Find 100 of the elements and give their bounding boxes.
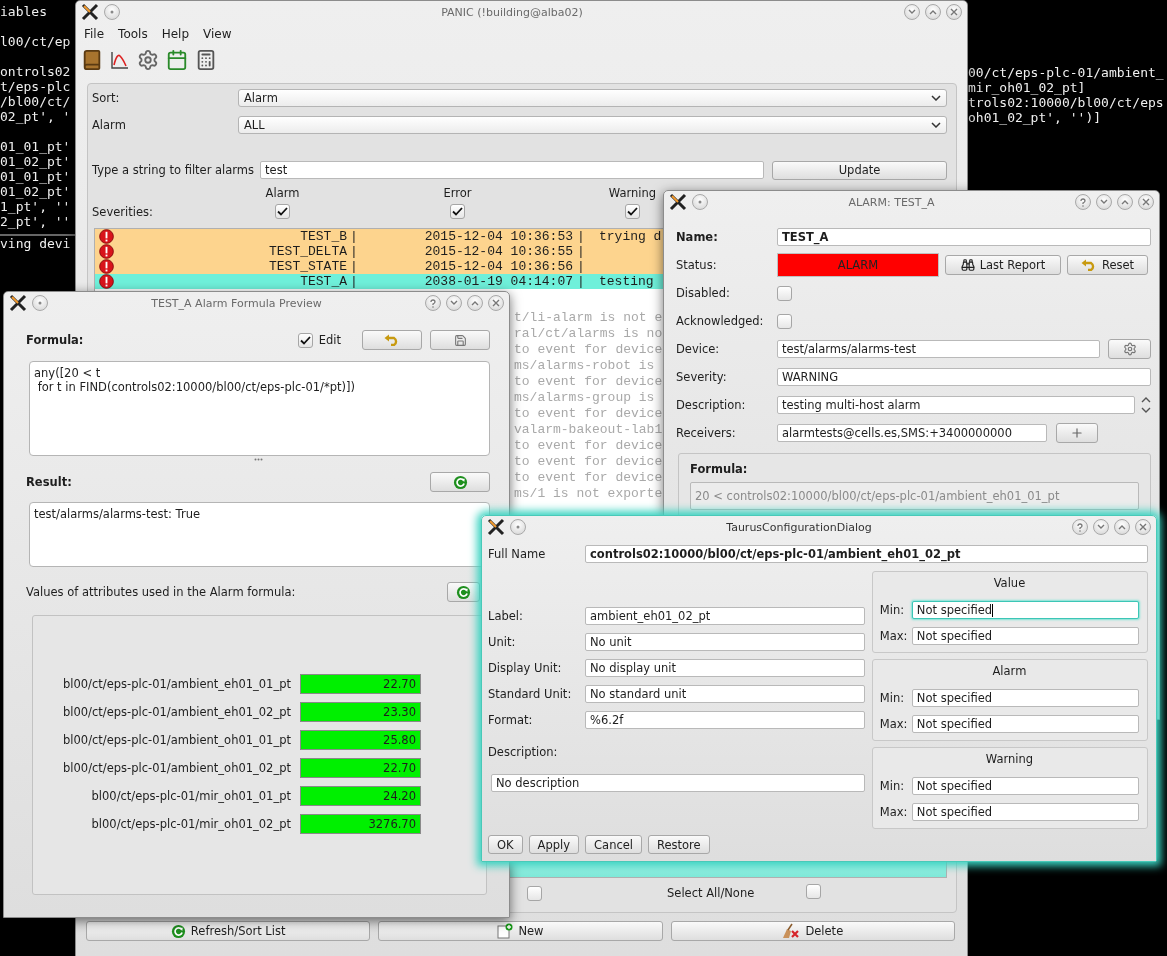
menu-item[interactable]: Tools <box>118 27 148 41</box>
checkbox[interactable] <box>625 204 640 219</box>
menu-item[interactable]: Help <box>161 27 189 41</box>
checkbox[interactable] <box>275 204 290 219</box>
close-button[interactable] <box>946 4 962 20</box>
alarm-time: 2015-12-04 10:36:56 <box>423 259 573 274</box>
alarm-time: 2015-12-04 10:36:53 <box>423 229 573 244</box>
window-menu-button[interactable] <box>510 519 526 535</box>
input-field[interactable]: ambient_eh01_02_pt <box>585 607 865 625</box>
minimize-button[interactable] <box>446 295 462 311</box>
menu-item[interactable]: File <box>84 27 105 41</box>
filter-field[interactable]: test <box>260 161 765 179</box>
undo-button[interactable] <box>362 330 422 350</box>
maximize-button[interactable] <box>925 4 941 20</box>
name-field[interactable]: TEST_A <box>777 228 1151 246</box>
checkbox[interactable] <box>806 884 822 899</box>
receivers-field[interactable]: alarmtests@cells.es,SMS:+3400000000 <box>777 424 1047 442</box>
checkbox[interactable] <box>777 313 792 329</box>
column-separator: | <box>349 259 359 274</box>
value-display: 23.30 <box>300 702 421 722</box>
settings-button[interactable] <box>1108 339 1151 359</box>
group-title: Value <box>992 575 1027 592</box>
field-label: Device: <box>676 342 721 356</box>
terminal-line: mir_oh01_02_pt] <box>968 80 1087 95</box>
window-menu-button[interactable] <box>32 295 48 311</box>
save-button[interactable] <box>430 330 490 350</box>
book-icon[interactable] <box>81 49 103 71</box>
minimize-button[interactable] <box>1093 519 1109 535</box>
menu-item[interactable]: View <box>203 27 232 41</box>
field-label: Display Unit: <box>488 661 563 675</box>
update-button[interactable]: Update <box>772 160 947 180</box>
log-line: to event for device <box>514 406 663 422</box>
column-separator: | <box>349 274 359 289</box>
column-separator: | <box>349 244 359 259</box>
input-field[interactable]: Not specified <box>911 715 1139 733</box>
checkbox[interactable] <box>527 885 542 901</box>
checkbox[interactable] <box>450 204 465 219</box>
device-field[interactable]: test/alarms/alarms-test <box>777 340 1100 358</box>
add-button[interactable] <box>1056 423 1098 443</box>
dialog-button[interactable]: Apply <box>528 835 580 854</box>
refresh-button[interactable] <box>430 472 490 492</box>
help-button[interactable] <box>425 295 441 311</box>
input-field[interactable]: Not specified <box>911 689 1139 707</box>
dialog-button[interactable]: Cancel <box>585 835 643 854</box>
input-field[interactable]: %6.2f <box>585 711 865 729</box>
action-button[interactable]: New <box>378 921 663 941</box>
input-field[interactable]: Not specified <box>911 601 1139 619</box>
minimize-button[interactable] <box>904 4 920 20</box>
reset-button[interactable]: Reset <box>1067 255 1148 275</box>
checkbox[interactable] <box>777 285 792 301</box>
field-label: Unit: <box>488 635 517 649</box>
close-button[interactable] <box>1138 194 1154 210</box>
terminal-line: 00/ct/eps-plc-01/ambient_ <box>968 65 1164 80</box>
help-button[interactable] <box>1075 194 1091 210</box>
settings-icon[interactable] <box>137 49 159 71</box>
splitter-handle-icon[interactable] <box>253 458 263 461</box>
refresh-button[interactable] <box>447 582 480 602</box>
input-field[interactable]: No display unit <box>585 659 865 677</box>
close-button[interactable] <box>488 295 504 311</box>
close-button[interactable] <box>1135 519 1151 535</box>
window-menu-button[interactable] <box>104 4 120 20</box>
severity-label: Error <box>443 186 472 200</box>
severity-field[interactable]: WARNING <box>777 368 1151 386</box>
input-field[interactable]: No standard unit <box>585 685 865 703</box>
column-separator: | <box>576 244 586 259</box>
help-button[interactable] <box>1072 519 1088 535</box>
filter-dropdown[interactable]: ALL <box>238 116 947 134</box>
error-icon <box>99 229 114 244</box>
attribute-label: bl00/ct/eps-plc-01/ambient_oh01_01_pt <box>62 733 291 747</box>
maximize-button[interactable] <box>467 295 483 311</box>
minimize-button[interactable] <box>1096 194 1112 210</box>
window-menu-button[interactable] <box>692 194 708 210</box>
maximize-button[interactable] <box>1117 194 1133 210</box>
input-field[interactable]: Not specified <box>911 777 1139 795</box>
close-icon <box>950 8 958 16</box>
formula-editor[interactable]: any([20 < t for t in FIND(controls02:10000/bl00/ct/eps-plc-01/*pt)]) <box>29 361 490 456</box>
description-field[interactable]: testing multi-host alarm <box>777 396 1135 414</box>
input-field[interactable]: Not specified <box>911 627 1139 645</box>
undo-icon <box>384 334 400 346</box>
log-line: ms/alarms-group is <box>514 390 655 406</box>
action-button[interactable]: Refresh/Sort List <box>86 921 371 941</box>
dialog-button[interactable]: Restore <box>648 835 710 854</box>
last-report-button[interactable]: Last Report <box>945 255 1061 275</box>
input-field[interactable]: Not specified <box>911 803 1139 821</box>
description-field[interactable]: No description <box>491 774 865 792</box>
sort-dropdown[interactable]: Alarm <box>238 89 947 107</box>
action-button[interactable]: Delete <box>670 921 955 941</box>
maximize-button[interactable] <box>1114 519 1130 535</box>
checkbox[interactable] <box>297 332 313 348</box>
input-field[interactable]: No unit <box>585 633 865 651</box>
new-document-icon <box>497 923 514 939</box>
severity-label: Warning <box>608 186 657 200</box>
spinner-arrows-icon[interactable] <box>1141 396 1151 414</box>
error-icon <box>99 274 114 289</box>
calendar-icon[interactable] <box>166 49 188 71</box>
line-chart-icon[interactable] <box>110 50 130 70</box>
full-name-field[interactable]: controls02:10000/bl00/ct/eps-plc-01/ambient_eh01_02_pt <box>585 545 1148 563</box>
dialog-button[interactable]: OK <box>488 835 523 854</box>
calculator-icon[interactable] <box>195 49 217 71</box>
chevron-up-icon <box>471 300 479 306</box>
